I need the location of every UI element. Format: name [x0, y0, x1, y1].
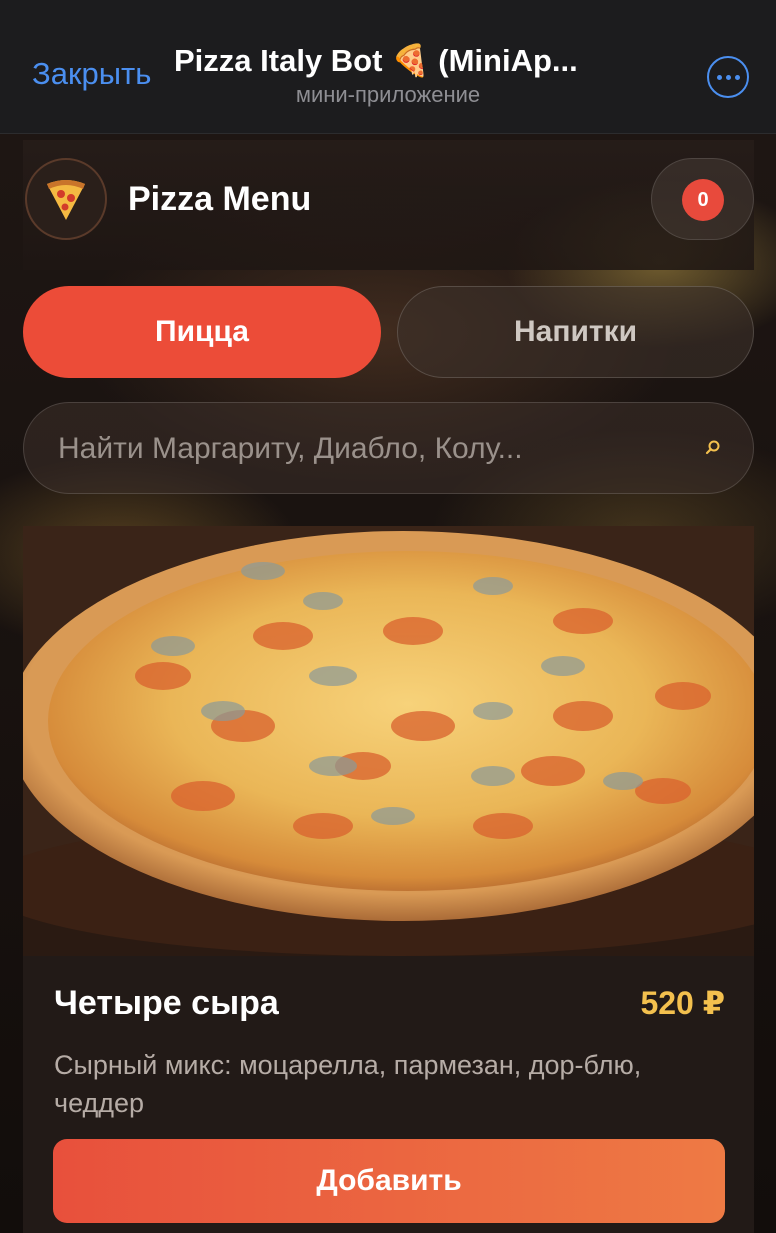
search-icon	[705, 440, 720, 455]
mini-app-page: Закрыть Pizza Italy Bot 🍕 (MiniAp... мин…	[0, 0, 776, 1233]
product-name: Четыре сыра	[54, 984, 279, 1022]
cart-button[interactable]: 0	[651, 158, 754, 240]
cart-count-badge: 0	[682, 179, 724, 221]
product-price: 520 ₽	[640, 985, 725, 1021]
bot-title: Pizza Italy Bot 🍕 (MiniAp...	[174, 43, 578, 78]
tab-pizza[interactable]: Пицца	[23, 286, 381, 378]
product-description: Сырный микс: моцарелла, пармезан, дор-бл…	[54, 1050, 642, 1118]
app-title: Pizza Menu	[128, 180, 312, 218]
app-header: Pizza Menu 0	[23, 140, 754, 270]
telegram-header: Закрыть Pizza Italy Bot 🍕 (MiniAp... мин…	[0, 0, 776, 134]
bot-subtitle: мини-приложение	[295, 82, 481, 107]
add-to-cart-button[interactable]: Добавить	[53, 1139, 725, 1223]
search-bar	[23, 402, 754, 494]
pizza-slice-icon	[25, 158, 107, 240]
tab-drinks[interactable]: Напитки	[397, 286, 754, 378]
product-image	[23, 526, 754, 956]
search-input[interactable]	[58, 425, 658, 473]
more-dots-icon[interactable]	[707, 56, 749, 98]
product-card: Четыре сыра 520 ₽ Сырный микс: моцарелла…	[23, 526, 754, 1233]
